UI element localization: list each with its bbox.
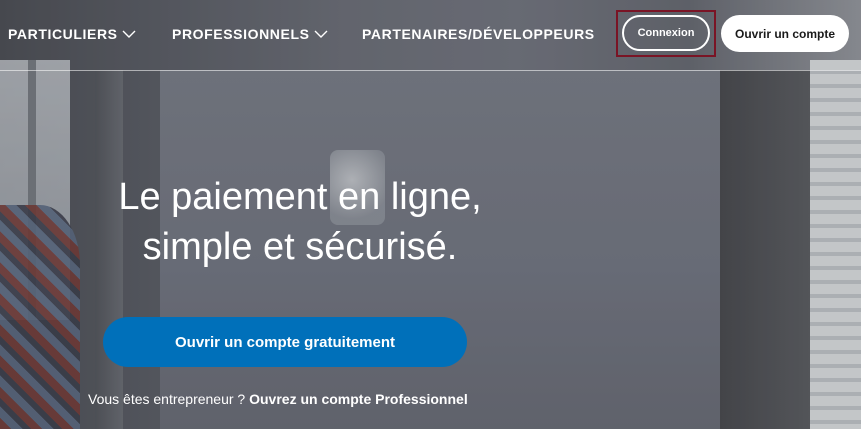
login-button[interactable]: Connexion [622, 15, 710, 51]
business-prompt: Vous êtes entrepreneur ? Ouvrez un compt… [88, 391, 468, 407]
nav-item-particuliers[interactable]: PARTICULIERS [8, 26, 136, 42]
nav-item-professionnels[interactable]: PROFESSIONNELS [172, 26, 328, 42]
open-free-account-button[interactable]: Ouvrir un compte gratuitement [103, 317, 467, 367]
chevron-down-icon [314, 30, 328, 38]
nav-item-label: PARTENAIRES/DÉVELOPPEURS [362, 26, 595, 42]
hero-headline-line-1: Le paiement en ligne, [118, 176, 482, 218]
nav-item-partenaires-developpeurs[interactable]: PARTENAIRES/DÉVELOPPEURS [362, 26, 595, 42]
hero-headline: Le paiement en ligne, simple et sécurisé… [90, 172, 510, 272]
nav-item-label: PARTICULIERS [8, 26, 118, 42]
top-navigation: PARTICULIERS PROFESSIONNELS PARTENAIRES/… [0, 0, 861, 71]
chevron-down-icon [122, 30, 136, 38]
open-account-button[interactable]: Ouvrir un compte [721, 15, 849, 52]
nav-item-label: PROFESSIONNELS [172, 26, 310, 42]
business-prompt-text: Vous êtes entrepreneur ? [88, 391, 250, 407]
business-account-link[interactable]: Ouvrez un compte Professionnel [249, 391, 468, 407]
hero-headline-line-2: simple et sécurisé. [142, 226, 458, 268]
